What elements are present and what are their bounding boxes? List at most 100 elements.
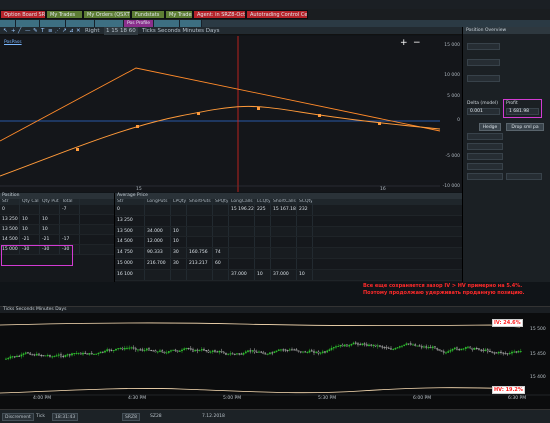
table-row[interactable]: 13 250 [115,215,462,227]
pencil-icon[interactable]: ✎ [33,27,38,35]
candle-body [379,345,381,347]
hv-line [0,387,521,394]
tab-my-orders[interactable]: My Orders (QSXT) [83,10,131,19]
tab-autotrading[interactable]: Autotrading Control Center [246,10,308,19]
table-cell [187,269,213,280]
profile-point [136,125,139,128]
subtab-2[interactable] [16,20,40,27]
line-tool-icon[interactable]: ╱ [18,27,21,35]
hline-tool-icon[interactable]: — [25,27,31,35]
tab-fundstats[interactable]: Fundstats [131,10,165,19]
table-row[interactable]: 14 750 90.333 30 160.756 74 [115,248,462,259]
candle-body [284,349,287,351]
table-cell [145,269,171,280]
tick-input[interactable]: 1 15 18 60 [104,27,138,35]
table-cell [171,215,187,226]
table-row[interactable]: 15 000 216.700 30 213.217 60 [115,258,462,270]
delta-label: Delta (model) [467,101,498,106]
subtab-7[interactable] [154,20,180,27]
candle-body [517,351,520,353]
candle-body [504,353,507,355]
subtab-4[interactable] [66,20,95,27]
cursor-icon[interactable]: ↖ [3,27,8,35]
table-cell [229,215,255,226]
table-row[interactable]: 13 500 34.000 10 [115,226,462,238]
fib-icon[interactable]: ≡ [48,27,53,35]
table-cell: 30 [171,248,187,258]
candle-body [442,351,445,353]
table-cell [255,258,271,269]
tab-option-board[interactable]: Option Board SRZ8 [0,10,46,19]
candle-body [198,350,201,351]
measure-icon[interactable]: ⊿ [69,27,74,35]
candle-body [317,351,320,354]
subtab-8[interactable] [180,20,202,27]
candle-body [57,354,60,356]
table-cell: 14 750 [115,248,145,258]
candle-body [394,348,397,350]
candle-body [414,344,417,347]
subtab-5[interactable] [95,20,124,27]
table-cell: 15 196.227 [229,205,255,215]
zoom-out-button[interactable]: − [413,38,421,48]
date-field: 7.12.2018 [202,414,225,419]
hedge-button[interactable]: Hedge [479,123,501,131]
table-cell: 12.000 [145,237,171,248]
chart-legend[interactable]: PosPass [4,40,22,45]
position-profile-chart[interactable]: PosPass + − 15 000 10 000 5 000 0 -5 000… [0,36,462,192]
table-row[interactable]: 13 500 10 10 [0,225,114,235]
table-row[interactable]: 13 250 10 10 [0,215,114,225]
candle-body [403,344,406,347]
table-row[interactable]: 14 500 -21 -21 -17 [0,235,114,245]
discrement-button[interactable]: Discrement [2,413,34,421]
candle-body [134,348,137,350]
zoom-in-button[interactable]: + [400,38,408,48]
delta-value: 0.001 [467,108,500,115]
table-cell: 225 [255,205,271,215]
crosshair-icon[interactable]: + [11,27,16,35]
candle-body [288,349,291,351]
table-row[interactable]: 14 500 12.000 10 [115,237,462,249]
channel-icon[interactable]: ⋰ [55,27,61,35]
profile-point [76,148,79,151]
candle-body [326,350,329,353]
subtab-3[interactable] [40,20,66,27]
table-row[interactable]: 0 -7 [0,205,114,215]
candle-body [330,347,333,350]
candle-body [475,348,478,350]
timeframe-selector[interactable]: Ticks Seconds Minutes Days [142,27,220,35]
tab-my-trades[interactable]: My Trades [46,10,83,19]
time-field[interactable]: 18:31:43 [52,413,79,421]
subtab-1[interactable] [0,20,16,27]
expiry-payoff-line [0,67,441,142]
candle-body [447,351,450,353]
candle-body [141,349,144,351]
table-cell: -21 [20,235,40,244]
table-cell: 13 250 [0,215,20,224]
table-row[interactable]: 16 100 37.000 10 37.000 10 [115,269,462,281]
symbol-field[interactable]: SRZ8 [122,413,140,421]
table-cell: 15 000 [115,258,145,269]
candle-body [469,346,472,349]
delete-icon[interactable]: ✕ [76,27,81,35]
candle-body [275,350,278,352]
arrow-icon[interactable]: ↗ [62,27,67,35]
table-cell: 10 [40,215,60,224]
drop-button[interactable]: Drop sml pa [506,123,544,131]
table-cell: -17 [60,235,80,244]
subtab-pos-profile[interactable]: Pos Profile [124,20,154,27]
candle-body [5,358,7,360]
candle-body [451,348,454,351]
candle-body [376,345,379,347]
price-candle-chart[interactable]: Ticks Seconds Minutes Days IV: 24.6% HV:… [0,306,550,409]
text-tool-icon[interactable]: T [41,27,44,35]
tab-my-trades-2[interactable]: My Trades [165,10,193,19]
mode-select[interactable]: Right [85,27,99,35]
candle-body [458,349,461,351]
table-cell: 15 167.186 [271,205,297,215]
x-tick-label: 5:00 PM [223,396,242,401]
table-row[interactable]: 0 15 196.227 225 15 167.186 232 [115,205,462,216]
candle-body [214,350,216,352]
tab-agent[interactable]: Agent: in SRZ8-Oct [193,10,246,19]
candle-body [104,350,106,353]
